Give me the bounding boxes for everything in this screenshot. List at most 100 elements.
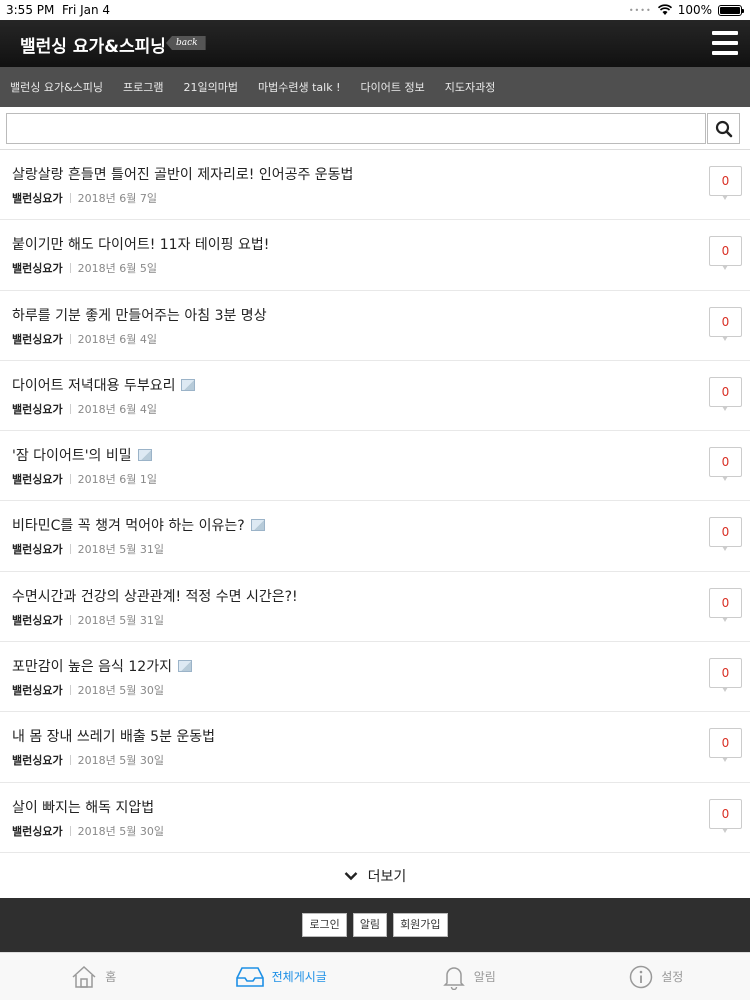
comment-count-badge[interactable]: 0: [709, 798, 742, 833]
post-author: 밸런싱요가: [12, 684, 63, 698]
nav-item-talk[interactable]: 마법수련생 talk !: [258, 79, 340, 95]
tab-all-posts-label: 전체게시글: [271, 970, 327, 984]
post-date: 2018년 6월 4일: [77, 332, 157, 346]
app-header: 밸런싱 요가&스피닝 back: [0, 20, 750, 67]
status-time: 3:55 PM: [6, 3, 55, 17]
hamburger-menu-icon[interactable]: [712, 31, 738, 55]
post-author: 밸런싱요가: [12, 613, 63, 627]
post-author: 밸런싱요가: [12, 473, 63, 487]
post-date: 2018년 5월 30일: [77, 684, 164, 698]
status-bar: 3:55 PM Fri Jan 4 •••• 100%: [0, 0, 750, 20]
post-meta: 밸런싱요가 2018년 5월 31일: [12, 541, 164, 557]
post-meta: 밸런싱요가 2018년 6월 5일: [12, 260, 157, 276]
bell-icon: [442, 966, 465, 990]
post-meta: 밸런싱요가 2018년 6월 1일: [12, 471, 157, 487]
image-attachment-icon: [177, 660, 192, 673]
home-icon: [72, 965, 96, 988]
post-author: 밸런싱요가: [12, 402, 63, 416]
comment-count-badge[interactable]: 0: [709, 376, 742, 411]
tab-alerts[interactable]: 알림: [375, 953, 563, 1000]
nav-item-diet-info[interactable]: 다이어트 정보: [361, 79, 425, 95]
nav-item-program[interactable]: 프로그램: [123, 79, 163, 95]
post-meta: 밸런싱요가 2018년 5월 30일: [12, 823, 164, 839]
post-date: 2018년 6월 4일: [77, 402, 157, 416]
image-attachment-icon: [137, 449, 152, 462]
list-item[interactable]: 포만감이 높은 음식 12가지 밸런싱요가 2018년 5월 30일 0: [0, 642, 750, 713]
post-date: 2018년 6월 1일: [77, 473, 157, 487]
alerts-button[interactable]: 알림: [352, 913, 388, 937]
post-meta: 밸런싱요가 2018년 5월 30일: [12, 682, 164, 698]
info-icon: [629, 965, 653, 988]
signal-icon: ••••: [628, 5, 652, 15]
page-title[interactable]: 밸런싱 요가&스피닝: [20, 32, 166, 57]
post-title[interactable]: 살랑살랑 흔들면 틀어진 골반이 제자리로! 인어공주 운동법: [12, 164, 353, 184]
post-title[interactable]: 비타민C를 꼭 챙겨 먹어야 하는 이유는?: [12, 515, 265, 535]
search-button[interactable]: [707, 113, 740, 144]
list-item[interactable]: '잠 다이어트'의 비밀 밸런싱요가 2018년 6월 1일 0: [0, 431, 750, 502]
comment-count-badge[interactable]: 0: [709, 236, 742, 271]
chevron-down-icon: [344, 871, 358, 880]
comment-count-badge[interactable]: 0: [709, 587, 742, 622]
post-title[interactable]: '잠 다이어트'의 비밀: [12, 445, 152, 465]
tab-settings[interactable]: 설정: [563, 953, 750, 1000]
image-attachment-icon: [181, 378, 196, 391]
list-item[interactable]: 수면시간과 건강의 상관관계! 적정 수면 시간은?! 밸런싱요가 2018년 …: [0, 572, 750, 643]
post-meta: 밸런싱요가 2018년 6월 7일: [12, 190, 157, 206]
post-title[interactable]: 수면시간과 건강의 상관관계! 적정 수면 시간은?!: [12, 586, 298, 606]
post-title[interactable]: 붙이기만 해도 다이어트! 11자 테이핑 요법!: [12, 234, 269, 254]
post-author: 밸런싱요가: [12, 754, 63, 768]
status-right: •••• 100%: [628, 3, 744, 17]
post-author: 밸런싱요가: [12, 543, 63, 557]
post-author: 밸런싱요가: [12, 262, 63, 276]
post-title[interactable]: 살이 빠지는 해독 지압법: [12, 797, 154, 817]
post-author: 밸런싱요가: [12, 824, 63, 838]
post-meta: 밸런싱요가 2018년 5월 30일: [12, 752, 164, 768]
signup-button[interactable]: 회원가입: [393, 913, 448, 937]
comment-count-badge[interactable]: 0: [709, 306, 742, 341]
footer-bar: 로그인 알림 회원가입: [0, 898, 750, 952]
image-attachment-icon: [250, 519, 265, 532]
list-item[interactable]: 하루를 기분 좋게 만들어주는 아침 3분 명상 밸런싱요가 2018년 6월 …: [0, 291, 750, 361]
post-title[interactable]: 다이어트 저녁대용 두부요리: [12, 375, 196, 395]
battery-percent: 100%: [677, 3, 712, 17]
post-list: 살랑살랑 흔들면 틀어진 골반이 제자리로! 인어공주 운동법 밸런싱요가 20…: [0, 150, 750, 853]
post-date: 2018년 5월 30일: [77, 754, 164, 768]
nav-item-instructor-course[interactable]: 지도자과정: [445, 79, 496, 95]
inbox-icon: [235, 966, 264, 987]
search-icon: [715, 120, 732, 137]
login-button[interactable]: 로그인: [302, 913, 347, 937]
list-item[interactable]: 내 몸 장내 쓰레기 배출 5분 운동법 밸런싱요가 2018년 5월 30일 …: [0, 712, 750, 783]
tab-settings-label: 설정: [661, 970, 684, 984]
post-date: 2018년 6월 5일: [77, 262, 157, 276]
post-title[interactable]: 내 몸 장내 쓰레기 배출 5분 운동법: [12, 726, 215, 746]
back-button[interactable]: back: [166, 36, 206, 50]
list-item[interactable]: 붙이기만 해도 다이어트! 11자 테이핑 요법! 밸런싱요가 2018년 6월…: [0, 220, 750, 291]
comment-count-badge[interactable]: 0: [709, 166, 742, 200]
post-date: 2018년 5월 30일: [77, 824, 164, 838]
post-meta: 밸런싱요가 2018년 6월 4일: [12, 401, 157, 417]
comment-count-badge[interactable]: 0: [709, 447, 742, 482]
nav-item-21-days[interactable]: 21일의마법: [184, 79, 238, 95]
post-date: 2018년 6월 7일: [77, 192, 157, 205]
search-bar: [0, 107, 750, 150]
list-item[interactable]: 살이 빠지는 해독 지압법 밸런싱요가 2018년 5월 30일 0: [0, 783, 750, 853]
post-title[interactable]: 포만감이 높은 음식 12가지: [12, 656, 192, 676]
battery-icon: [718, 4, 744, 16]
search-input[interactable]: [6, 113, 706, 144]
tab-home[interactable]: 홈: [0, 953, 188, 1000]
comment-count-badge[interactable]: 0: [709, 658, 742, 693]
post-title[interactable]: 하루를 기분 좋게 만들어주는 아침 3분 명상: [12, 305, 267, 325]
post-date: 2018년 5월 31일: [77, 613, 164, 627]
tab-home-label: 홈: [105, 970, 117, 984]
list-item[interactable]: 살랑살랑 흔들면 틀어진 골반이 제자리로! 인어공주 운동법 밸런싱요가 20…: [0, 150, 750, 221]
post-author: 밸런싱요가: [12, 192, 63, 205]
nav-item-balancing-yoga[interactable]: 밸런싱 요가&스피닝: [10, 79, 103, 95]
list-item[interactable]: 비타민C를 꼭 챙겨 먹어야 하는 이유는? 밸런싱요가 2018년 5월 31…: [0, 501, 750, 572]
load-more-button[interactable]: 더보기: [0, 853, 750, 898]
list-item[interactable]: 다이어트 저녁대용 두부요리 밸런싱요가 2018년 6월 4일 0: [0, 361, 750, 432]
post-date: 2018년 5월 31일: [77, 543, 164, 557]
tab-alerts-label: 알림: [473, 970, 496, 984]
comment-count-badge[interactable]: 0: [709, 517, 742, 552]
comment-count-badge[interactable]: 0: [709, 728, 742, 763]
tab-all-posts[interactable]: 전체게시글: [188, 953, 376, 1000]
